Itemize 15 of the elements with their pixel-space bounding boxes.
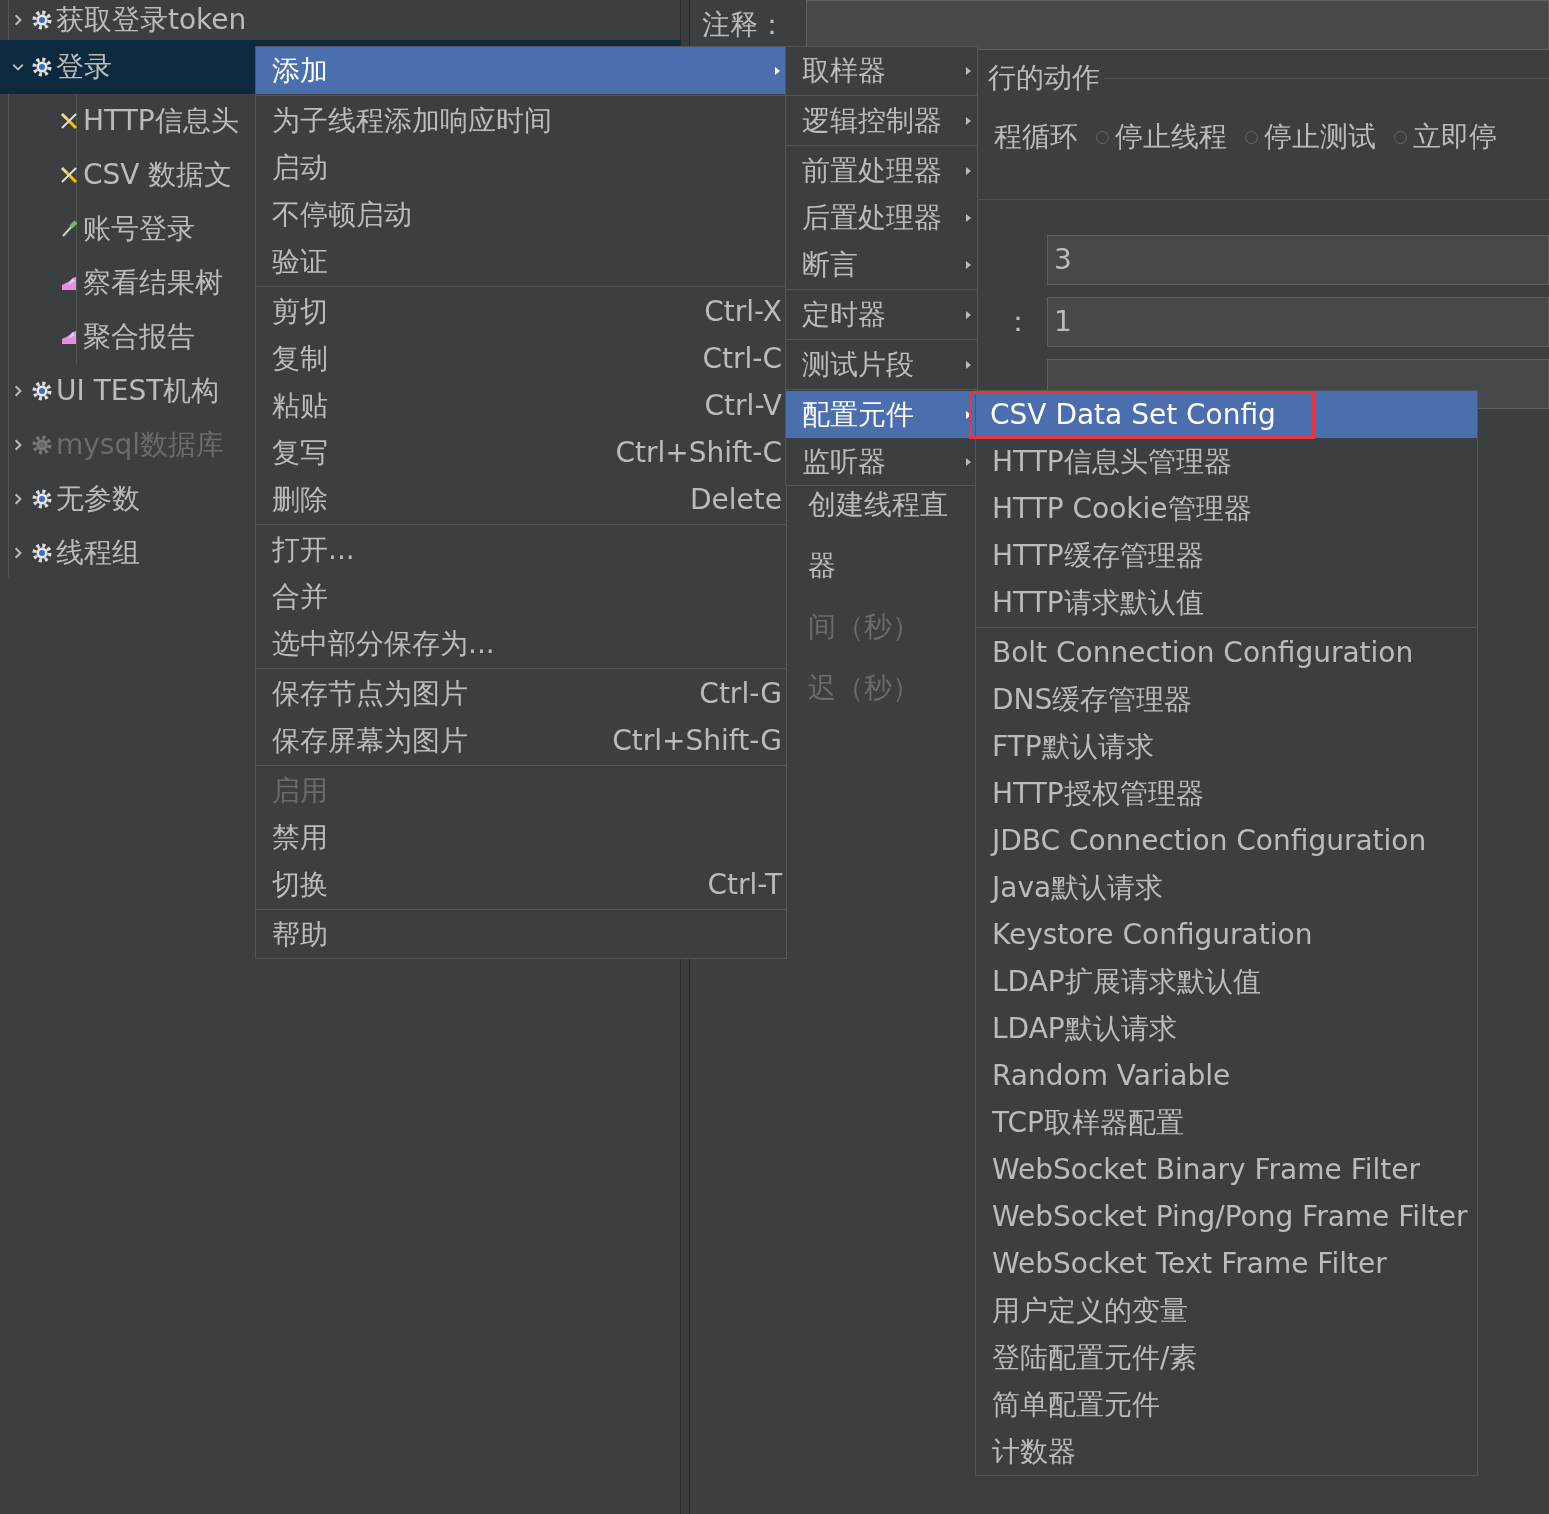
shortcut-label: Ctrl-G bbox=[699, 675, 782, 712]
shortcut-label: Ctrl-T bbox=[707, 866, 782, 903]
group-title: 行的动作 bbox=[988, 60, 1100, 96]
shortcut-label: Ctrl+Shift-G bbox=[612, 722, 782, 759]
form-label: 创建线程直 bbox=[808, 487, 948, 523]
shortcut-label: Ctrl-C bbox=[702, 340, 782, 377]
radio-label: 程循环 bbox=[994, 119, 1078, 155]
form-label: 器 bbox=[808, 548, 836, 584]
highlight-box: CSV Data Set Config bbox=[969, 390, 1315, 439]
field-label: ： bbox=[1004, 305, 1032, 338]
shortcut-label: Delete bbox=[690, 481, 782, 518]
shortcut-label: Ctrl-V bbox=[704, 387, 782, 424]
shortcut-label: Ctrl+Shift-C bbox=[615, 434, 782, 471]
shortcut-label: Ctrl-X bbox=[704, 293, 782, 330]
comment-label: 注释： bbox=[702, 7, 787, 43]
